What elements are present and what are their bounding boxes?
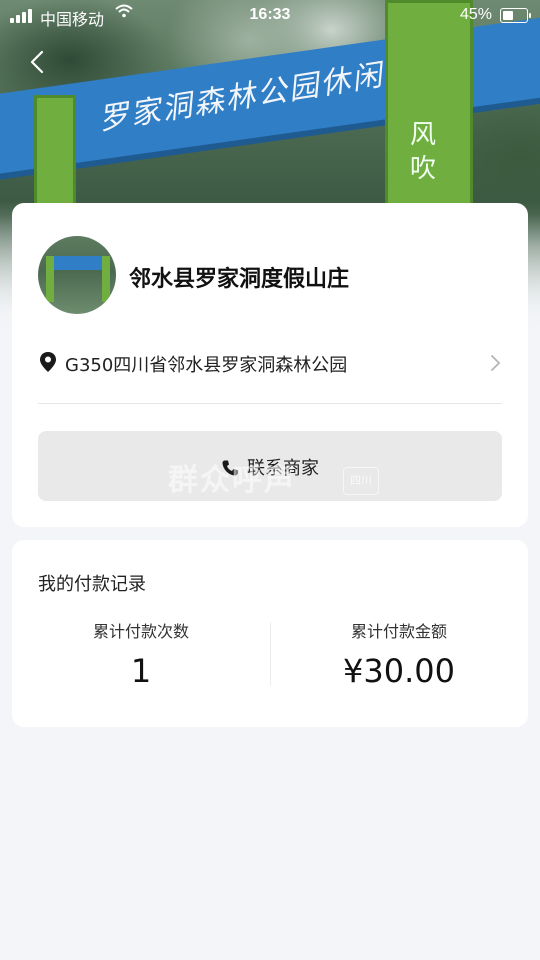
battery-percent: 45% bbox=[459, 6, 492, 23]
phone-icon bbox=[222, 460, 238, 476]
payment-count-label: 累计付款次数 bbox=[92, 622, 189, 641]
address-row[interactable]: G350四川省邻水县罗家洞森林公园 bbox=[38, 345, 502, 381]
contact-merchant-label: 联系商家 bbox=[247, 458, 319, 479]
contact-merchant-button[interactable]: 联系商家 bbox=[38, 431, 502, 501]
payment-records-card: 我的付款记录 累计付款次数 1 累计付款金额 ¥30.00 bbox=[12, 540, 528, 727]
payment-count-stat: 累计付款次数 1 bbox=[12, 618, 270, 690]
chevron-left-icon bbox=[30, 50, 44, 74]
battery-icon bbox=[500, 8, 531, 23]
status-bar: 中国移动 16:33 45% bbox=[0, 0, 540, 30]
payment-records-title: 我的付款记录 bbox=[38, 574, 146, 595]
merchant-card: 邻水县罗家洞度假山庄 G350四川省邻水县罗家洞森林公园 联系商家 群众呼声 四… bbox=[12, 203, 528, 527]
chevron-right-icon bbox=[491, 355, 501, 371]
watermark-badge: 四川 bbox=[343, 467, 379, 495]
divider bbox=[38, 403, 502, 404]
location-pin-icon bbox=[40, 352, 56, 372]
merchant-name: 邻水县罗家洞度假山庄 bbox=[129, 267, 350, 292]
payment-amount-stat: 累计付款金额 ¥30.00 bbox=[270, 618, 528, 690]
payment-count-value: 1 bbox=[130, 652, 152, 690]
merchant-address: G350四川省邻水县罗家洞森林公园 bbox=[65, 355, 348, 376]
payment-amount-value: ¥30.00 bbox=[343, 652, 455, 690]
back-button[interactable] bbox=[22, 46, 54, 78]
hero-pillar-text: 风吹 bbox=[409, 120, 436, 184]
payment-amount-label: 累计付款金额 bbox=[350, 622, 447, 641]
merchant-avatar bbox=[38, 236, 116, 314]
